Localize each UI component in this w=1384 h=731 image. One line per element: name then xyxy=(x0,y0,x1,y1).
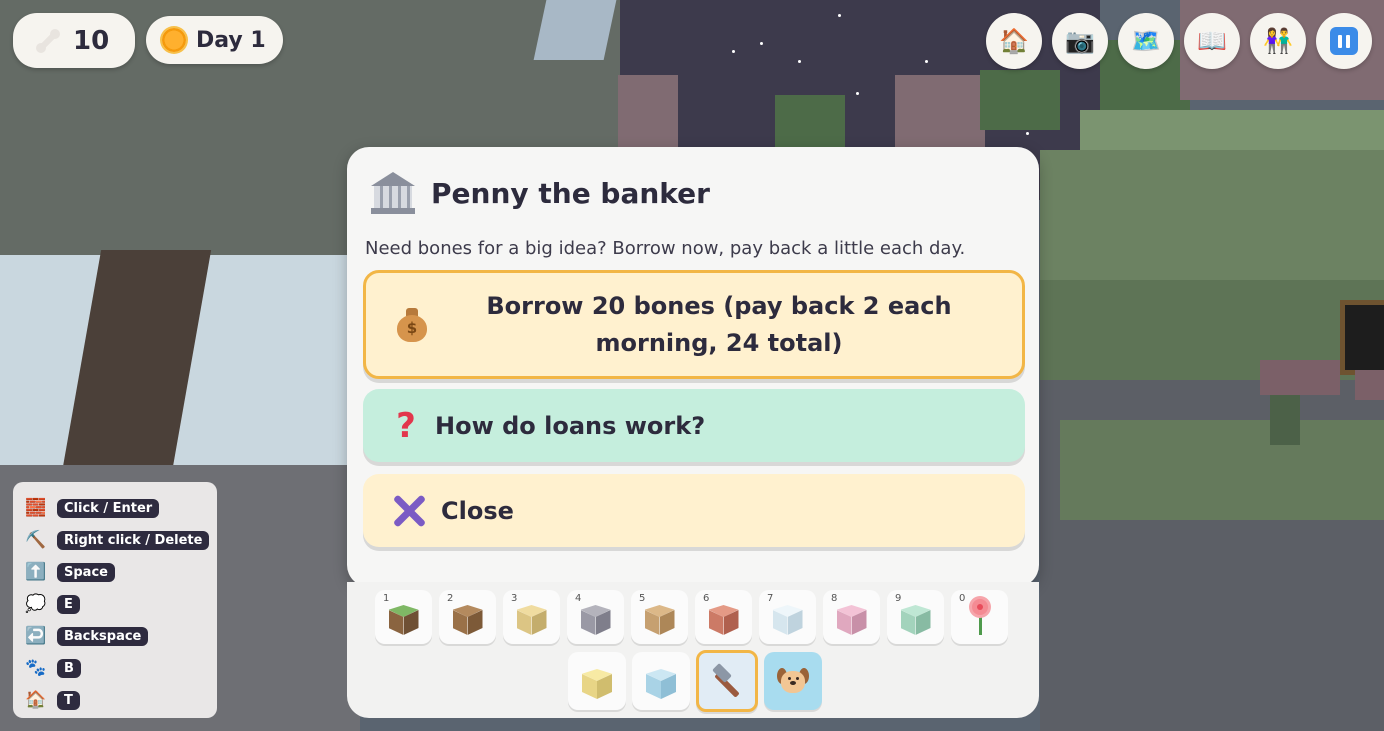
house-icon: 🏠 xyxy=(999,27,1029,55)
banker-dialog: Penny the banker Need bones for a big id… xyxy=(347,147,1039,587)
control-row: ⬆️ Space xyxy=(25,556,217,588)
control-row: ↩️ Backspace xyxy=(25,620,217,652)
return-arrow-icon: ↩️ xyxy=(25,626,47,646)
top-menu: 🏠 📷 🗺️ 📖 👫 xyxy=(986,13,1372,69)
people-icon: 👫 xyxy=(1263,27,1293,55)
key-label: T xyxy=(57,690,80,710)
ice-block-icon xyxy=(646,669,676,699)
book-button[interactable]: 📖 xyxy=(1184,13,1240,69)
hotbar-slot[interactable]: 3 xyxy=(503,590,560,644)
block-slots: 1 2 3 4 5 6 7 8 9 0 xyxy=(375,590,1008,644)
block-icon xyxy=(644,605,675,635)
day-counter: Day 1 xyxy=(146,16,283,64)
up-arrow-icon: ⬆️ xyxy=(25,562,47,582)
control-row: 💭 E xyxy=(25,588,217,620)
key-label: B xyxy=(57,658,81,678)
sand-block-tool[interactable] xyxy=(568,652,626,710)
block-icon xyxy=(836,605,867,635)
bones-count: 10 xyxy=(73,25,110,56)
block-icon xyxy=(708,605,739,635)
money-bag-icon xyxy=(396,307,428,342)
how-loans-label: How do loans work? xyxy=(435,411,706,440)
slot-number: 4 xyxy=(575,593,582,604)
bone-icon xyxy=(33,26,63,56)
sun-icon xyxy=(162,28,186,52)
dog-tool[interactable] xyxy=(764,652,822,710)
key-label: Right click / Delete xyxy=(57,530,210,550)
day-label: Day 1 xyxy=(196,27,266,53)
key-label: Backspace xyxy=(57,626,149,646)
tool-slots xyxy=(568,650,822,712)
borrow-button[interactable]: Borrow 20 bones (pay back 2 each morning… xyxy=(363,270,1025,379)
hotbar-slot[interactable]: 2 xyxy=(439,590,496,644)
dog-icon xyxy=(777,667,809,695)
slot-number: 5 xyxy=(639,593,646,604)
slot-number: 2 xyxy=(447,593,454,604)
hotbar-slot[interactable]: 0 xyxy=(951,590,1008,644)
key-label: E xyxy=(57,594,80,614)
control-row: 🏠 T xyxy=(25,684,217,716)
close-label: Close xyxy=(441,496,514,525)
control-row: ⛏️ Right click / Delete xyxy=(25,524,217,556)
control-row: 🐾 B xyxy=(25,652,217,684)
close-button[interactable]: Close xyxy=(363,474,1025,547)
block-icon xyxy=(772,605,803,635)
flower-icon xyxy=(965,599,995,635)
pickaxe-icon: ⛏️ xyxy=(25,530,47,550)
block-icon xyxy=(452,605,483,635)
house-icon: 🏠 xyxy=(25,690,47,710)
slot-number: 1 xyxy=(383,593,390,604)
speech-bubble-icon: 💭 xyxy=(25,594,47,614)
camera-icon: 📷 xyxy=(1065,27,1095,55)
slot-number: 6 xyxy=(703,593,710,604)
pause-icon xyxy=(1330,27,1358,55)
hotbar-slot[interactable]: 1 xyxy=(375,590,432,644)
pause-button[interactable] xyxy=(1316,13,1372,69)
block-icon xyxy=(580,605,611,635)
brick-icon: 🧱 xyxy=(25,498,47,518)
hammer-tool[interactable] xyxy=(696,650,758,712)
borrow-label: Borrow 20 bones (pay back 2 each morning… xyxy=(486,291,952,357)
key-label: Space xyxy=(57,562,115,582)
paw-icon: 🐾 xyxy=(25,658,47,678)
bones-counter: 10 xyxy=(13,13,135,68)
hotbar-slot[interactable]: 5 xyxy=(631,590,688,644)
people-button[interactable]: 👫 xyxy=(1250,13,1306,69)
hotbar: 1 2 3 4 5 6 7 8 9 0 xyxy=(347,582,1039,718)
hotbar-slot[interactable]: 6 xyxy=(695,590,752,644)
slot-number: 3 xyxy=(511,593,518,604)
slot-number: 9 xyxy=(895,593,902,604)
dialog-message: Need bones for a big idea? Borrow now, p… xyxy=(365,238,966,259)
dialog-title: Penny the banker xyxy=(431,176,710,210)
control-row: 🧱 Click / Enter xyxy=(25,492,217,524)
camera-button[interactable]: 📷 xyxy=(1052,13,1108,69)
slot-number: 8 xyxy=(831,593,838,604)
block-icon xyxy=(388,605,419,635)
signpost xyxy=(1340,300,1384,375)
hotbar-slot[interactable]: 8 xyxy=(823,590,880,644)
close-icon xyxy=(391,493,427,529)
dialog-header: Penny the banker xyxy=(363,167,1023,219)
controls-help-panel: 🧱 Click / Enter ⛏️ Right click / Delete … xyxy=(13,482,217,718)
how-loans-work-button[interactable]: ? How do loans work? xyxy=(363,389,1025,462)
hammer-icon xyxy=(710,664,744,698)
map-button[interactable]: 🗺️ xyxy=(1118,13,1174,69)
book-icon: 📖 xyxy=(1197,27,1227,55)
sand-block-icon xyxy=(582,669,612,699)
slot-number: 7 xyxy=(767,593,774,604)
hotbar-slot[interactable]: 9 xyxy=(887,590,944,644)
block-icon xyxy=(900,605,931,635)
hotbar-slot[interactable]: 7 xyxy=(759,590,816,644)
hotbar-slot[interactable]: 4 xyxy=(567,590,624,644)
ice-block-tool[interactable] xyxy=(632,652,690,710)
question-mark-icon: ? xyxy=(396,405,416,446)
bank-icon xyxy=(371,172,415,214)
home-button[interactable]: 🏠 xyxy=(986,13,1042,69)
block-icon xyxy=(516,605,547,635)
key-label: Click / Enter xyxy=(57,498,160,518)
map-icon: 🗺️ xyxy=(1131,27,1161,55)
